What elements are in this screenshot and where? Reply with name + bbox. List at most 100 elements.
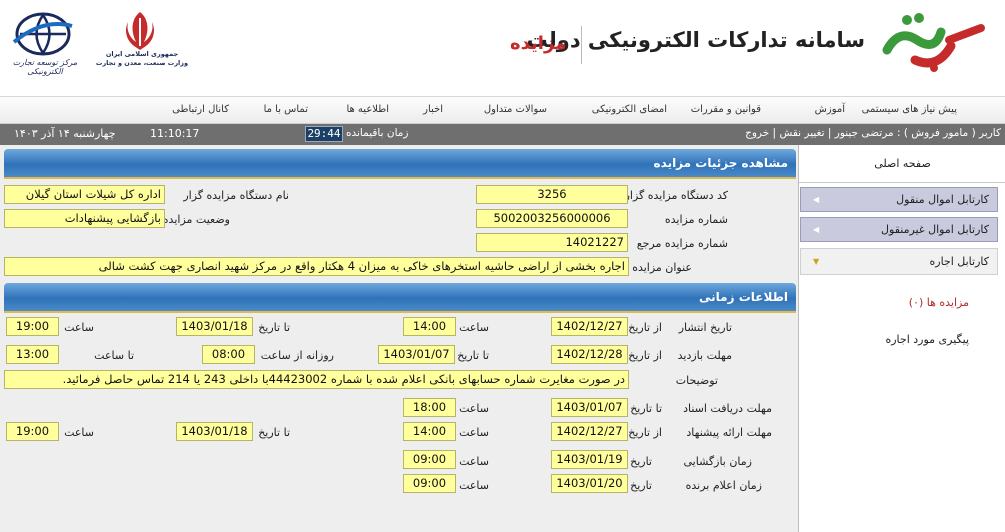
- publish-from-date-label: از تاریخ: [628, 321, 662, 334]
- sidebar-item-label: کارتابل اجاره: [929, 255, 990, 268]
- publish-to-time-field: 19:00: [6, 317, 59, 336]
- notes-field: در صورت مغایرت شماره حسابهای بانکی اعلام…: [4, 370, 629, 389]
- separator: |: [769, 127, 777, 139]
- auction-title-label: عنوان مزایده: [632, 261, 692, 274]
- center-name: مرکز توسعه تجارت الکترونیکی: [12, 58, 78, 76]
- publish-to-time-label: ساعت: [64, 321, 94, 334]
- top-navigation: پیش نیاز های سیستمی آموزش قوانین و مقررا…: [0, 96, 1005, 124]
- offer-deadline-label: مهلت ارائه پیشنهاد: [686, 426, 772, 439]
- opening-time-label: زمان بازگشایی: [683, 455, 753, 468]
- reference-number-label: شماره مزایده مرجع: [636, 237, 728, 250]
- sidebar-item-label: کارتابل اموال غیرمنقول: [881, 223, 989, 236]
- opening-date-label: تاریخ: [630, 455, 652, 468]
- notes-label: توضیحات: [675, 374, 718, 387]
- triangle-left-icon: ◀: [813, 195, 820, 204]
- doc-receive-label: مهلت دریافت اسناد: [683, 402, 772, 415]
- publish-date-label: تاریخ انتشار: [678, 321, 732, 334]
- nav-announcements[interactable]: اطلاعیه ها: [346, 104, 389, 115]
- visit-daily-to-label: تا ساعت: [94, 349, 134, 362]
- offer-from-time-field: 14:00: [403, 422, 456, 441]
- status-bar: کاربر ( مامور فروش ) : مرتضی جینور | تغی…: [0, 124, 1005, 145]
- auction-title-field: اجاره بخشی از اراضی حاشیه استخرهای خاکی …: [4, 257, 629, 276]
- timing-section-header: اطلاعات زمانی: [4, 283, 796, 313]
- visit-daily-from-label: روزانه از ساعت: [260, 349, 334, 362]
- current-time: 11:10:17: [150, 127, 200, 140]
- opening-hour-field: 09:00: [403, 450, 456, 469]
- user-info: کاربر ( مامور فروش ) : مرتضی جینور | تغی…: [745, 127, 1001, 139]
- nav-laws[interactable]: قوانین و مقررات: [691, 104, 761, 115]
- ministry-label: جمهوری اسلامی ایران وزارت صنعت، معدن و ت…: [92, 50, 192, 68]
- winner-announce-label: زمان اعلام برنده: [685, 479, 762, 492]
- session-timer: 29:44: [305, 126, 343, 142]
- nav-system-requirements[interactable]: پیش نیاز های سیستمی: [862, 104, 957, 115]
- visit-from-date-field: 1402/12/28: [551, 345, 628, 364]
- sidebar-item-auctions[interactable]: مزایده ها (۰): [909, 296, 969, 309]
- offer-from-time-label: ساعت: [459, 426, 489, 439]
- org-name-label: نام دستگاه مزایده گزار: [183, 189, 289, 202]
- auction-number-field: 5002003256000006: [476, 209, 628, 228]
- ministry-line2: وزارت صنعت، معدن و تجارت: [95, 59, 189, 67]
- nav-contact-us[interactable]: تماس با ما: [264, 104, 308, 115]
- ecommerce-center-logo-icon: [12, 12, 73, 56]
- publish-from-time-label: ساعت: [459, 321, 489, 334]
- visit-deadline-label: مهلت بازدید: [677, 349, 732, 362]
- publish-to-date-label: تا تاریخ: [258, 321, 290, 334]
- offer-to-date-label: تا تاریخ: [258, 426, 290, 439]
- winner-date-label: تاریخ: [630, 479, 652, 492]
- sidebar-item-label: کارتابل اموال منقول: [896, 193, 989, 206]
- winner-hour-field: 09:00: [403, 474, 456, 493]
- separator: |: [824, 127, 832, 139]
- auction-status-label: وضعیت مزایده: [162, 213, 230, 226]
- site-header: سامانه تدارکات الکترونیکی دولت مزایده جم…: [0, 0, 1005, 96]
- opening-date-field: 1403/01/19: [551, 450, 628, 469]
- org-name-field: اداره کل شیلات استان گیلان: [4, 185, 165, 204]
- doc-to-time-label: ساعت: [459, 402, 489, 415]
- sidebar-item-immovable-assets[interactable]: کارتابل اموال غیرمنقول ◀: [800, 217, 998, 242]
- sidebar-item-home[interactable]: صفحه اصلی: [799, 145, 1005, 183]
- publish-to-date-field: 1403/01/18: [176, 317, 253, 336]
- sidebar: صفحه اصلی کارتابل اموال منقول ◀ کارتابل …: [798, 145, 1005, 532]
- visit-from-date-label: از تاریخ: [628, 349, 662, 362]
- change-role-link[interactable]: تغییر نقش: [779, 127, 824, 139]
- visit-to-date-field: 1403/01/07: [378, 345, 455, 364]
- offer-to-time-field: 19:00: [6, 422, 59, 441]
- iran-emblem-icon: [126, 12, 154, 50]
- doc-to-date-label: تا تاریخ: [630, 402, 662, 415]
- visit-to-date-label: تا تاریخ: [457, 349, 489, 362]
- doc-to-date-field: 1403/01/07: [551, 398, 628, 417]
- system-subtitle: مزایده: [510, 33, 567, 54]
- triangle-left-icon: ◀: [813, 225, 820, 234]
- visit-daily-from-field: 08:00: [202, 345, 255, 364]
- doc-to-time-field: 18:00: [403, 398, 456, 417]
- winner-hour-label: ساعت: [459, 479, 489, 492]
- org-code-label: کد دستگاه مزایده گزار: [624, 189, 728, 202]
- sidebar-item-rental[interactable]: کارتابل اجاره ▼: [800, 248, 998, 275]
- reference-number-field: 14021227: [476, 233, 628, 252]
- nav-training[interactable]: آموزش: [815, 104, 845, 115]
- current-date: چهارشنبه ۱۴ آذر ۱۴۰۳: [14, 127, 116, 140]
- nav-digital-signature[interactable]: امضای الکترونیکی: [592, 104, 667, 115]
- header-divider: [581, 26, 582, 64]
- nav-faq[interactable]: سوالات متداول: [484, 104, 547, 115]
- details-section-header: مشاهده جزئیات مزایده: [4, 149, 796, 179]
- setad-logo-icon[interactable]: [879, 10, 987, 74]
- offer-to-time-label: ساعت: [64, 426, 94, 439]
- remaining-time-label: زمان باقیمانده: [346, 127, 409, 139]
- opening-hour-label: ساعت: [459, 455, 489, 468]
- publish-from-time-field: 14:00: [403, 317, 456, 336]
- sidebar-item-movable-assets[interactable]: کارتابل اموال منقول ◀: [800, 187, 998, 212]
- winner-date-field: 1403/01/20: [551, 474, 628, 493]
- auction-number-label: شماره مزایده: [664, 213, 728, 226]
- user-role-label: کاربر ( مامور فروش ) : مرتضی جینور: [834, 127, 1001, 139]
- offer-from-date-label: از تاریخ: [628, 426, 662, 439]
- visit-daily-to-field: 13:00: [6, 345, 59, 364]
- offer-to-date-field: 1403/01/18: [176, 422, 253, 441]
- logout-link[interactable]: خروج: [745, 127, 769, 139]
- ministry-line1: جمهوری اسلامی ایران: [105, 50, 179, 58]
- nav-channel[interactable]: کانال ارتباطی: [172, 104, 229, 115]
- auction-status-field: بازگشایی پیشنهادات: [4, 209, 165, 228]
- sidebar-item-rental-followup[interactable]: پیگیری مورد اجاره: [885, 333, 969, 346]
- nav-news[interactable]: اخبار: [423, 104, 443, 115]
- org-code-field: 3256: [476, 185, 628, 204]
- publish-from-date-field: 1402/12/27: [551, 317, 628, 336]
